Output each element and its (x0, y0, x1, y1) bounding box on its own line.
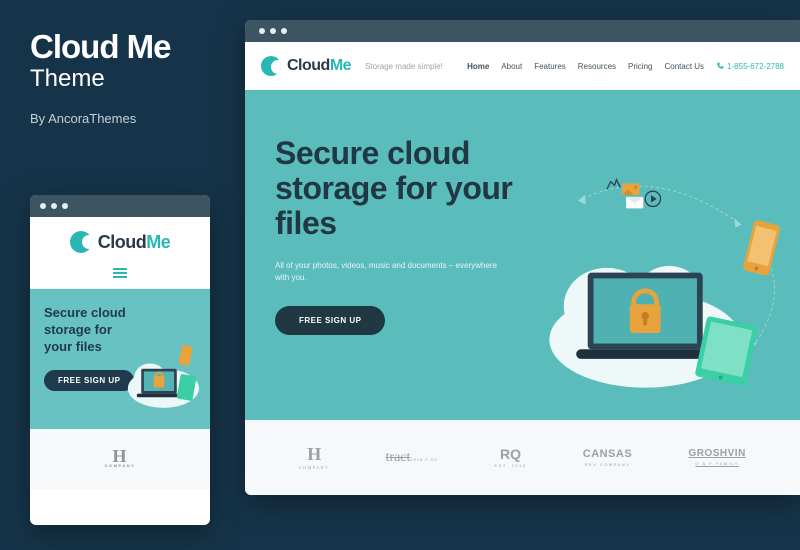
product-sidebar: Cloud Me Theme By AncoraThemes (30, 30, 230, 126)
hero-title: Secure cloud storage for your files (275, 136, 535, 242)
hero-section: Secure cloud storage for your files All … (245, 90, 800, 420)
mobile-header: CloudMe (30, 217, 210, 289)
mobile-brands-row: H COMPANY (30, 429, 210, 489)
product-title: Cloud Me (30, 30, 230, 63)
nav-pricing[interactable]: Pricing (628, 62, 652, 71)
nav-contact[interactable]: Contact Us (664, 62, 704, 71)
nav-features[interactable]: Features (534, 62, 566, 71)
window-dot (270, 28, 276, 34)
hero-subtitle: All of your photos, videos, music and do… (275, 260, 505, 284)
hamburger-icon[interactable] (113, 268, 127, 278)
desktop-titlebar (245, 20, 800, 42)
phone-link[interactable]: 1-855-672-2788 (716, 62, 784, 71)
window-dot (62, 203, 68, 209)
mobile-titlebar (30, 195, 210, 217)
phone-icon (716, 62, 724, 70)
mobile-hero: Secure cloud storage for your files FREE… (30, 289, 210, 429)
brands-row: HCOMPANY tract2016 F.CC RQEST. 2016 CANS… (245, 420, 800, 495)
brand-logo-cansas: CANSASREX COMPANY (583, 449, 632, 467)
window-dot (259, 28, 265, 34)
window-dot (281, 28, 287, 34)
product-subtitle: Theme (30, 65, 230, 93)
logo-text: CloudMe (98, 232, 171, 253)
mobile-preview: CloudMe Secure cloud storage for your fi… (30, 195, 210, 525)
nav-about[interactable]: About (501, 62, 522, 71)
brand-logo-h: HCOMPANY (299, 445, 329, 470)
nav-resources[interactable]: Resources (578, 62, 616, 71)
logo-icon (261, 56, 281, 76)
nav-home[interactable]: Home (467, 62, 489, 71)
brand-logo-h: H COMPANY (105, 450, 136, 468)
desktop-preview: CloudMe Storage made simple! Home About … (245, 20, 800, 495)
brand-logo-rq: RQEST. 2016 (495, 447, 527, 468)
product-byline: By AncoraThemes (30, 111, 230, 126)
tagline: Storage made simple! (365, 62, 443, 71)
desktop-header: CloudMe Storage made simple! Home About … (245, 42, 800, 90)
main-nav: Home About Features Resources Pricing Co… (467, 62, 784, 71)
logo[interactable]: CloudMe (261, 56, 351, 76)
window-dot (51, 203, 57, 209)
window-dot (40, 203, 46, 209)
signup-button[interactable]: FREE SIGN UP (275, 306, 385, 335)
brand-logo-tract: tract2016 F.CC (386, 450, 439, 466)
logo-icon (70, 231, 92, 253)
brand-logo-groshvin: GROSHVING & F FAMILY (688, 449, 745, 466)
logo-text: CloudMe (287, 57, 351, 75)
logo[interactable]: CloudMe (70, 231, 171, 253)
mobile-hero-illustration (114, 335, 204, 415)
hero-illustration (510, 172, 790, 402)
